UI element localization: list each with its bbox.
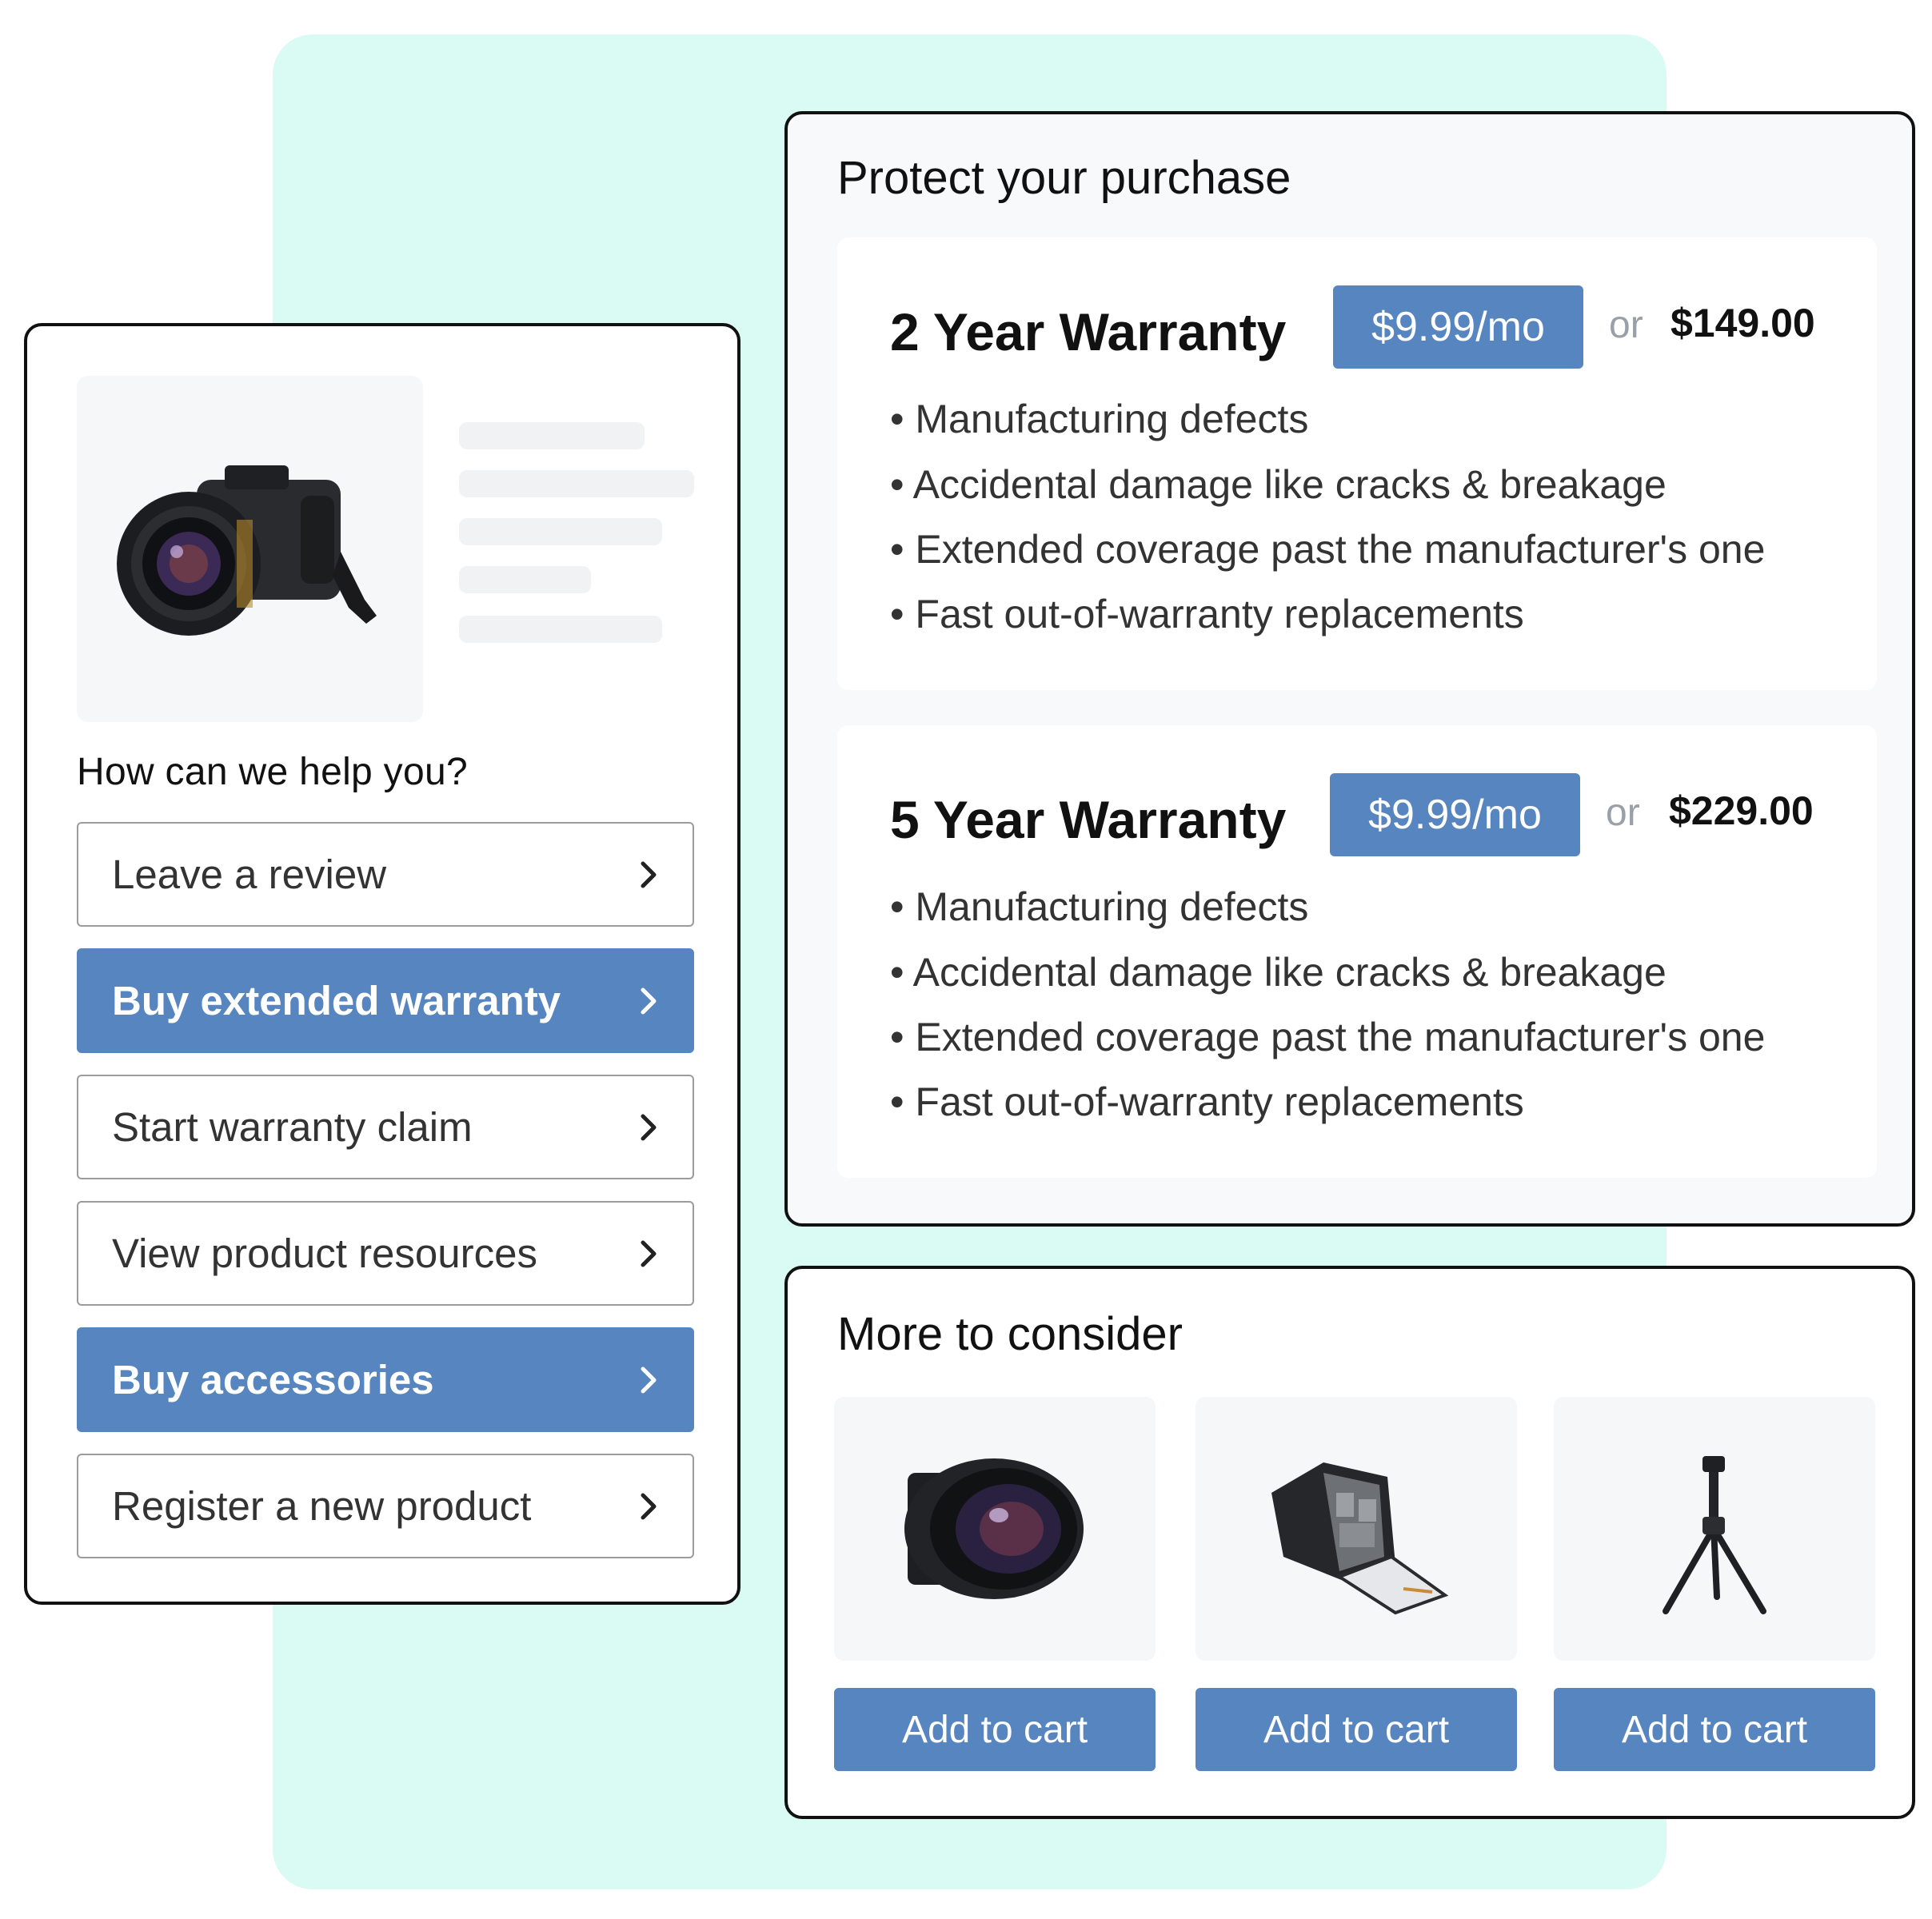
warranty-plan-5yr[interactable]: 5 Year Warranty $9.99/mo or $229.00 • Ma… <box>837 725 1877 1178</box>
plan-name: 5 Year Warranty <box>890 790 1287 849</box>
feature-item: • Extended coverage past the manufacture… <box>890 527 1766 572</box>
camera-lens-icon <box>904 1458 1084 1599</box>
option-label: Start warranty claim <box>112 1104 473 1150</box>
product-backpack[interactable] <box>1196 1397 1517 1661</box>
feature-item: • Accidental damage like cracks & breaka… <box>890 950 1667 995</box>
chevron-right-icon <box>641 987 657 1014</box>
consider-card: More to consider Add to cart Add to cart… <box>784 1266 1915 1819</box>
tripod-icon <box>1663 1456 1766 1614</box>
feature-item: • Accidental damage like cracks & breaka… <box>890 462 1667 507</box>
buy-accessories-button[interactable]: Buy accessories <box>77 1327 694 1432</box>
skeleton-line <box>459 470 694 497</box>
feature-item: • Manufacturing defects <box>890 397 1309 441</box>
register-product-button[interactable]: Register a new product <box>77 1454 694 1558</box>
feature-item: • Fast out-of-warranty replacements <box>890 1079 1524 1124</box>
option-label: Buy accessories <box>112 1357 434 1402</box>
chevron-right-icon <box>641 1240 657 1267</box>
warranty-title: Protect your purchase <box>837 152 1291 204</box>
warranty-plan-2yr[interactable]: 2 Year Warranty $9.99/mo or $149.00 • Ma… <box>837 237 1877 690</box>
skeleton-line <box>459 616 662 643</box>
or-label: or <box>1609 304 1643 346</box>
feature-item: • Extended coverage past the manufacture… <box>890 1015 1766 1059</box>
skeleton-line <box>459 422 645 449</box>
product-lens[interactable] <box>834 1397 1156 1661</box>
add-to-cart-button[interactable]: Add to cart <box>1196 1688 1517 1771</box>
consider-title: More to consider <box>837 1308 1183 1360</box>
option-label: View product resources <box>112 1231 537 1276</box>
option-label: Leave a review <box>112 852 387 897</box>
camera-icon <box>117 465 377 636</box>
camera-backpack-icon <box>1271 1462 1449 1615</box>
monthly-price-button[interactable]: $9.99/mo <box>1333 285 1583 369</box>
plan-name: 2 Year Warranty <box>890 302 1287 361</box>
skeleton-line <box>459 566 591 593</box>
start-warranty-claim-button[interactable]: Start warranty claim <box>77 1075 694 1179</box>
add-to-cart-button[interactable]: Add to cart <box>834 1688 1156 1771</box>
product-image <box>77 376 423 722</box>
chevron-right-icon <box>641 1366 657 1393</box>
chevron-right-icon <box>641 1114 657 1140</box>
buy-extended-warranty-button[interactable]: Buy extended warranty <box>77 948 694 1053</box>
leave-review-button[interactable]: Leave a review <box>77 822 694 927</box>
warranty-card: Protect your purchase 2 Year Warranty $9… <box>784 111 1915 1227</box>
skeleton-line <box>459 518 662 545</box>
product-tripod[interactable] <box>1554 1397 1875 1661</box>
chevron-right-icon <box>641 1493 657 1519</box>
help-title: How can we help you? <box>77 751 468 793</box>
feature-item: • Fast out-of-warranty replacements <box>890 592 1524 636</box>
help-card: How can we help you? Leave a review Buy … <box>24 323 740 1605</box>
monthly-price-button[interactable]: $9.99/mo <box>1330 773 1580 856</box>
chevron-right-icon <box>641 861 657 888</box>
option-label: Buy extended warranty <box>112 978 561 1023</box>
feature-item: • Manufacturing defects <box>890 884 1309 929</box>
option-label: Register a new product <box>112 1483 532 1529</box>
view-product-resources-button[interactable]: View product resources <box>77 1201 694 1306</box>
add-to-cart-button[interactable]: Add to cart <box>1554 1688 1875 1771</box>
or-label: or <box>1606 792 1640 834</box>
total-price: $149.00 <box>1671 301 1815 345</box>
total-price: $229.00 <box>1669 788 1814 833</box>
